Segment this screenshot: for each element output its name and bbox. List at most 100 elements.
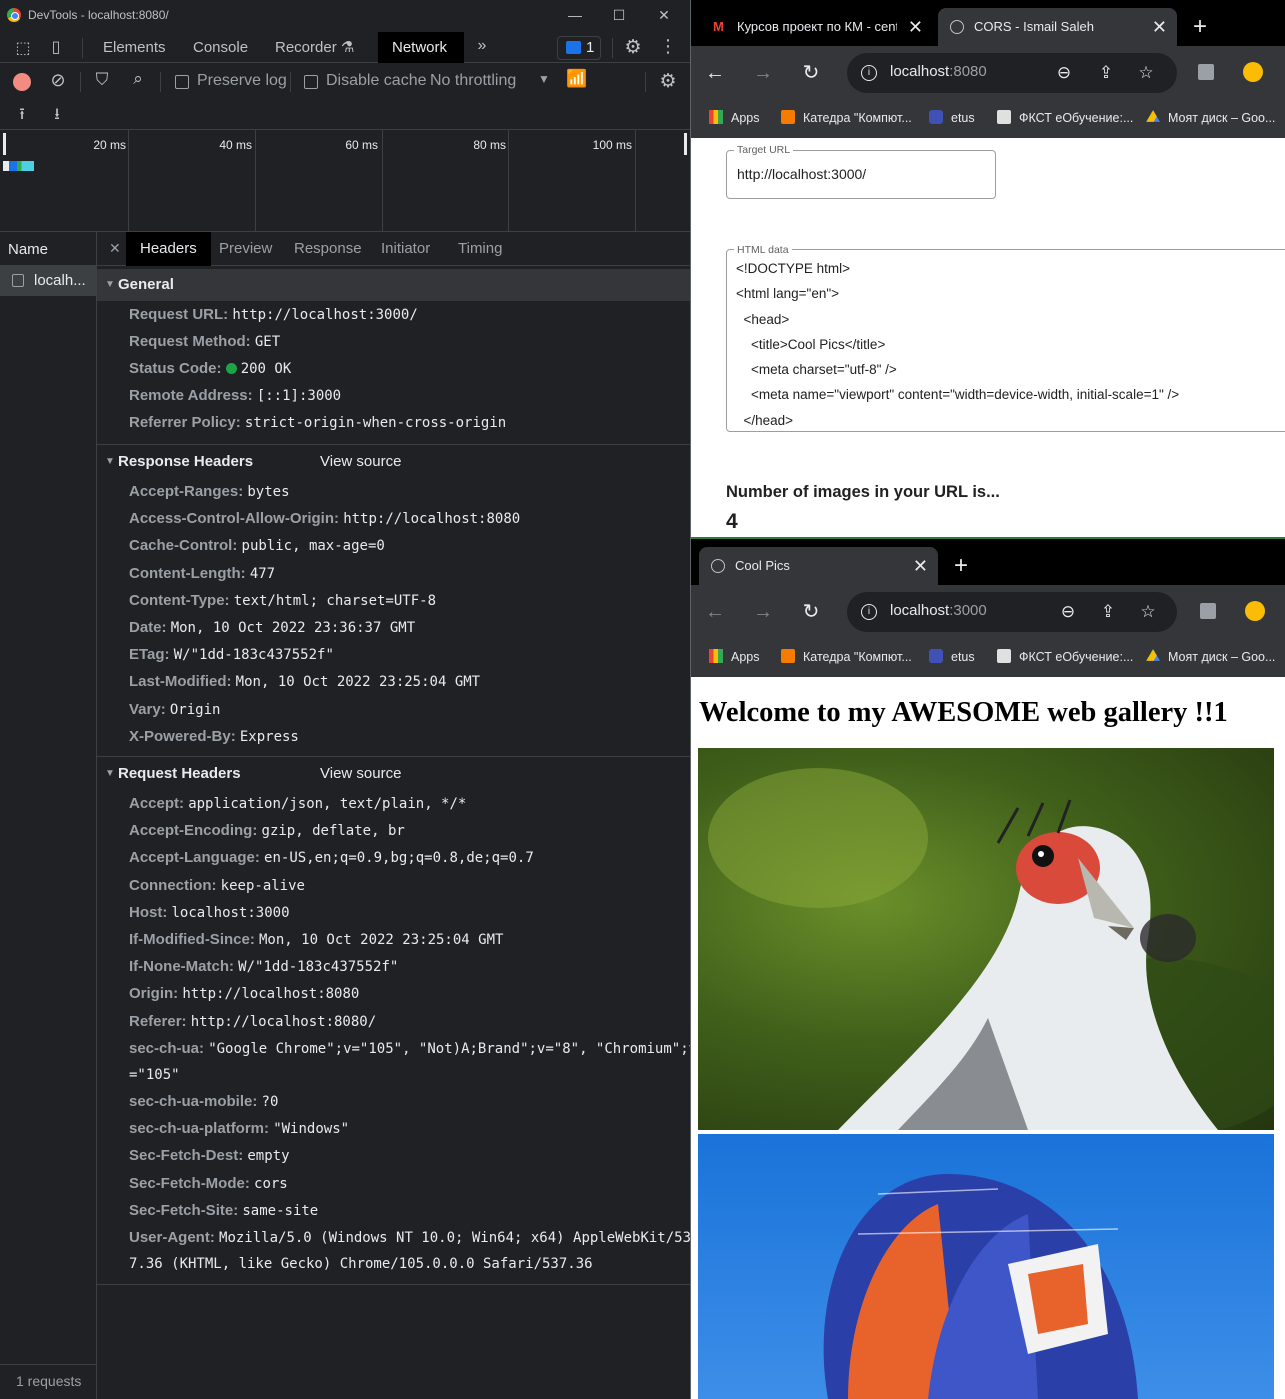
network-settings-icon[interactable]: ⚙ xyxy=(657,70,679,93)
name-header-label: Name xyxy=(8,241,49,258)
header-key: Request Method: xyxy=(129,333,251,350)
address-bar[interactable]: i localhost:8080 ⊖ ⇪ ☆ xyxy=(847,53,1177,93)
close-icon[interactable]: ✕ xyxy=(109,240,121,257)
bookmark-etus[interactable]: etus xyxy=(929,649,975,664)
tab-initiator[interactable]: Initiator xyxy=(381,232,430,266)
view-source-link[interactable]: View source xyxy=(320,446,401,478)
request-headers-section-header[interactable]: ▼ Request Headers View source xyxy=(97,758,690,790)
back-icon[interactable]: ← xyxy=(701,59,729,87)
site-info-icon[interactable]: i xyxy=(861,65,877,81)
header-row: Host: localhost:3000 xyxy=(129,903,290,923)
bookmark-fkst[interactable]: ФКСТ eОбучение:... xyxy=(997,649,1133,664)
minimize-icon[interactable]: — xyxy=(563,4,587,26)
close-tab-icon[interactable]: ✕ xyxy=(1152,8,1167,46)
header-row: Sec-Fetch-Mode: cors xyxy=(129,1174,288,1194)
import-har-icon[interactable]: ⭱ xyxy=(12,103,32,130)
html-data-textarea[interactable]: <!DOCTYPE html> <html lang="en"> <head> <… xyxy=(726,249,1285,432)
more-tabs-icon[interactable]: » xyxy=(473,37,491,55)
extension-icon[interactable] xyxy=(1200,603,1216,619)
avatar[interactable] xyxy=(1245,601,1265,621)
tab-response[interactable]: Response xyxy=(294,232,362,266)
back-icon[interactable]: ← xyxy=(701,598,729,626)
close-tab-icon[interactable]: ✕ xyxy=(908,8,923,46)
preserve-log-checkbox[interactable] xyxy=(175,75,189,89)
share-icon[interactable]: ⇪ xyxy=(1097,602,1119,622)
header-key: If-None-Match: xyxy=(129,958,234,976)
header-key: Accept-Encoding: xyxy=(129,822,258,840)
forward-icon[interactable]: → xyxy=(749,59,777,87)
bookmark-star-icon[interactable]: ☆ xyxy=(1135,63,1157,83)
view-source-link[interactable]: View source xyxy=(320,758,401,790)
images-count-value: 4 xyxy=(726,510,738,533)
device-toolbar-icon[interactable]: ▯ xyxy=(46,37,66,57)
disable-cache-checkbox[interactable] xyxy=(304,75,318,89)
name-header[interactable]: Name xyxy=(0,232,96,266)
network-conditions-icon[interactable]: 📶 xyxy=(565,69,589,89)
chevron-down-icon: ▼ xyxy=(538,72,550,86)
throttling-select[interactable]: No throttling xyxy=(430,72,516,90)
avatar[interactable] xyxy=(1243,62,1263,82)
bookmark-drive[interactable]: Моят диск – Goo... xyxy=(1146,649,1275,664)
browser-tab-cors[interactable]: CORS - Ismail Saleh ✕ xyxy=(938,8,1177,46)
export-har-icon[interactable]: ⭳ xyxy=(47,103,67,130)
new-tab-icon[interactable]: + xyxy=(946,551,976,581)
reload-icon[interactable]: ↻ xyxy=(797,59,825,87)
bookmark-etus[interactable]: etus xyxy=(929,110,975,125)
tab-console[interactable]: Console xyxy=(193,32,248,63)
tab-title: Cool Pics xyxy=(735,558,790,573)
forward-icon[interactable]: → xyxy=(749,598,777,626)
target-url-field[interactable]: http://localhost:3000/ xyxy=(726,150,996,199)
devtools-window: DevTools - localhost:8080/ — ☐ ✕ ⬚ ▯ Ele… xyxy=(0,0,690,1399)
tab-elements[interactable]: Elements xyxy=(103,32,166,63)
site-info-icon[interactable]: i xyxy=(861,604,877,620)
tab-timing[interactable]: Timing xyxy=(458,232,502,266)
search-icon[interactable]: ⌕ xyxy=(128,69,148,89)
url-port: :8080 xyxy=(949,63,987,80)
new-tab-icon[interactable]: + xyxy=(1185,12,1215,42)
tab-preview[interactable]: Preview xyxy=(219,232,272,266)
bookmark-star-icon[interactable]: ☆ xyxy=(1137,602,1159,622)
bookmark-drive[interactable]: Моят диск – Goo... xyxy=(1146,110,1275,125)
bookmark-apps[interactable]: Apps xyxy=(709,649,760,664)
header-row: Referrer Policy: strict-origin-when-cros… xyxy=(129,413,506,433)
clear-icon[interactable]: ⊘ xyxy=(48,70,68,91)
tab-network[interactable]: Network xyxy=(378,32,464,63)
share-icon[interactable]: ⇪ xyxy=(1095,63,1117,83)
filter-icon[interactable]: ⛉ xyxy=(92,70,112,90)
reload-icon[interactable]: ↻ xyxy=(797,598,825,626)
response-headers-section-header[interactable]: ▼ Response Headers View source xyxy=(97,446,690,478)
extension-icon[interactable] xyxy=(1198,64,1214,80)
record-icon[interactable] xyxy=(13,73,31,91)
header-key: Access-Control-Allow-Origin: xyxy=(129,510,340,528)
zoom-icon[interactable]: ⊖ xyxy=(1057,602,1079,622)
html-code-line: <head> xyxy=(736,311,790,327)
general-section-header[interactable]: ▼ General xyxy=(97,269,690,301)
grid-line xyxy=(128,130,129,231)
close-tab-icon[interactable]: ✕ xyxy=(913,547,928,585)
tab-recorder[interactable]: Recorder ⚗ xyxy=(275,32,354,63)
more-options-icon[interactable]: ⋮ xyxy=(659,36,677,57)
settings-gear-icon[interactable]: ⚙ xyxy=(622,36,644,59)
request-row[interactable]: localh... xyxy=(0,266,96,296)
close-window-icon[interactable]: ✕ xyxy=(652,4,676,26)
bookmark-katedra[interactable]: Катедра "Компют... xyxy=(781,110,912,125)
divider xyxy=(612,38,613,58)
requests-count: 1 requests xyxy=(16,1373,82,1389)
network-overview-timeline[interactable]: 20 ms 40 ms 60 ms 80 ms 100 ms xyxy=(0,130,690,232)
header-value: "Google Chrome";v="105", "Not)A;Brand";v… xyxy=(208,1040,690,1057)
address-bar[interactable]: i localhost:3000 ⊖ ⇪ ☆ xyxy=(847,592,1177,632)
url-host: localhost xyxy=(890,63,950,80)
header-value: http://localhost:8080 xyxy=(182,986,360,1003)
browser-tab-cool-pics[interactable]: Cool Pics ✕ xyxy=(699,547,938,585)
maximize-icon[interactable]: ☐ xyxy=(607,4,631,26)
bookmark-apps[interactable]: Apps xyxy=(709,110,760,125)
browser-tab-gmail[interactable]: M Курсов проект по КМ - centrif ✕ xyxy=(701,8,933,46)
zoom-icon[interactable]: ⊖ xyxy=(1053,63,1075,83)
header-key: Content-Type: xyxy=(129,591,230,609)
target-url-value: http://localhost:3000/ xyxy=(737,166,867,182)
bookmark-fkst[interactable]: ФКСТ eОбучение:... xyxy=(997,110,1133,125)
tab-headers[interactable]: Headers xyxy=(126,232,211,266)
bookmark-katedra[interactable]: Катедра "Компют... xyxy=(781,649,912,664)
issues-button[interactable]: 1 xyxy=(557,36,601,60)
inspect-element-icon[interactable]: ⬚ xyxy=(12,38,34,58)
